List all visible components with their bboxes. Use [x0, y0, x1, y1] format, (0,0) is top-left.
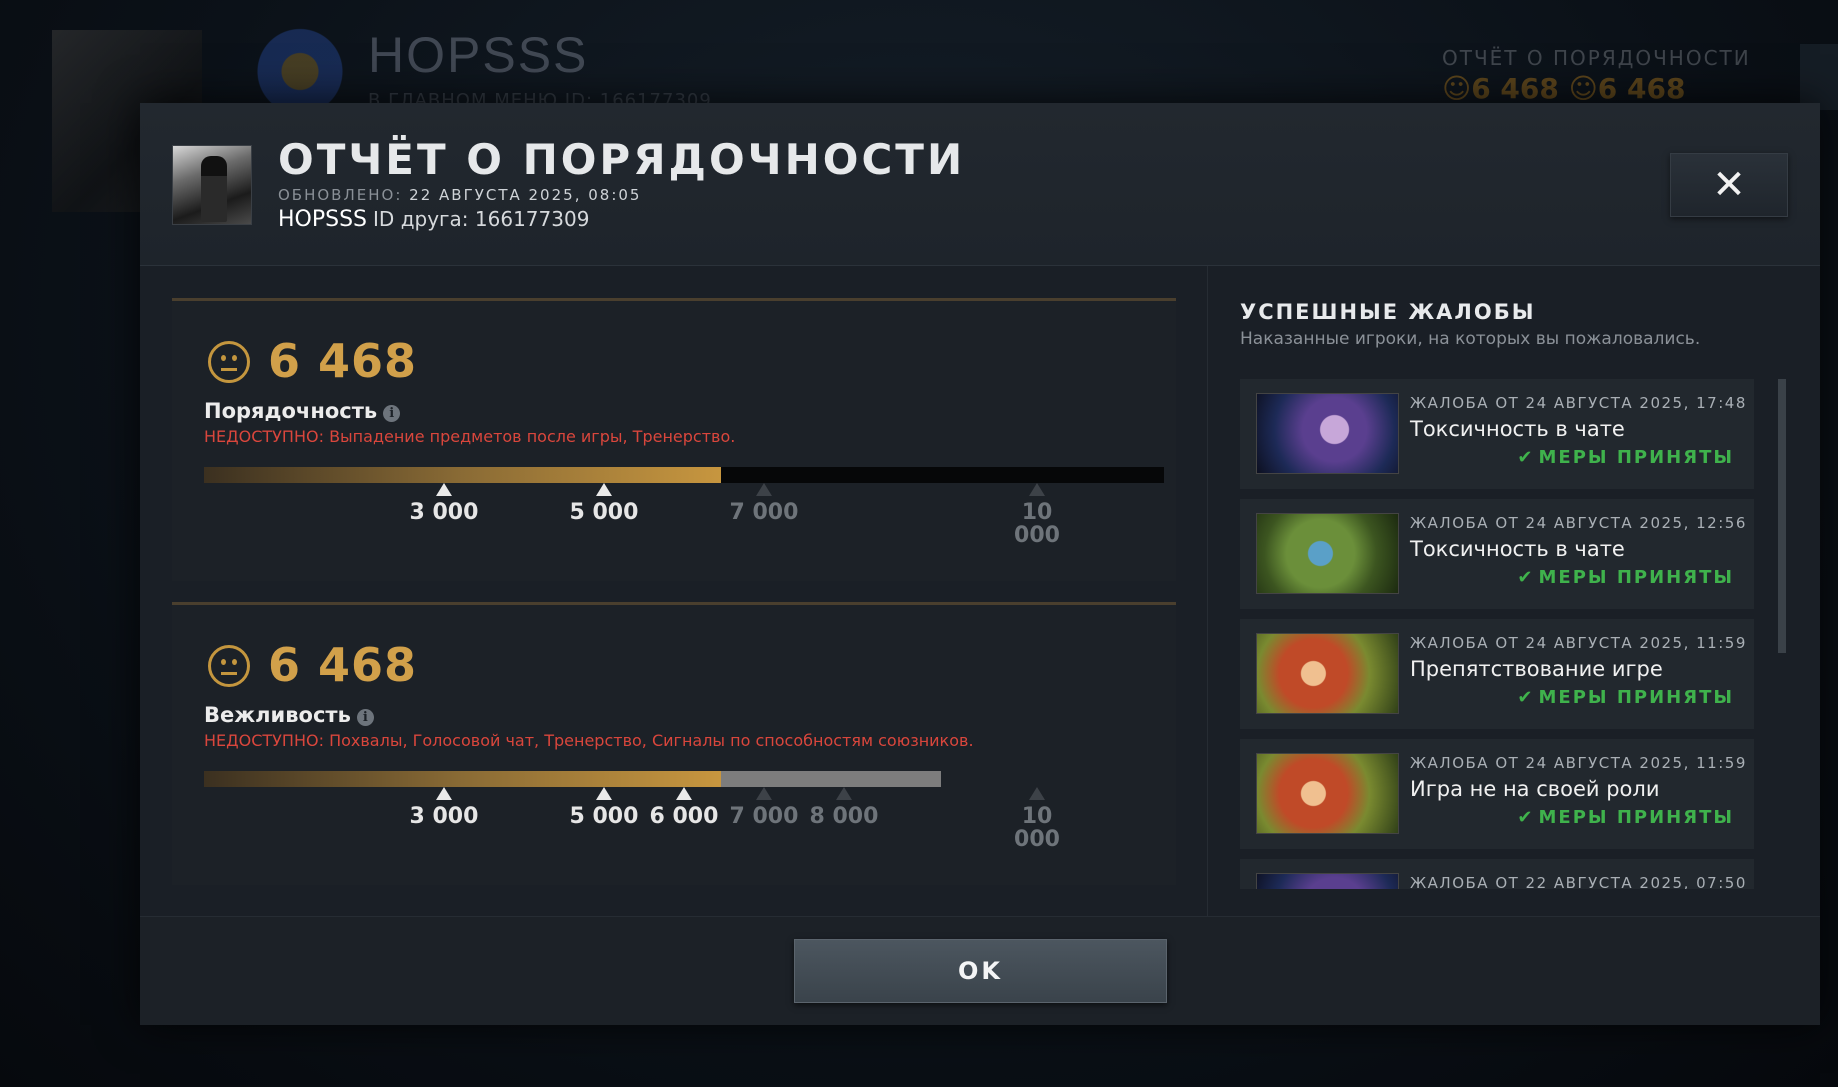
threshold-label: 8 000 — [809, 804, 879, 829]
hero-portrait — [1256, 753, 1399, 834]
report-list-item[interactable]: ЖАЛОБА ОТ 24 АВГУСТА 2025, 17:48 Токсично… — [1240, 379, 1754, 489]
conduct-report-modal: ОТЧЁТ О ПОРЯДОЧНОСТИ ОБНОВЛЕНО: 22 АВГУС… — [140, 103, 1820, 1025]
friend-id: ID друга: 166177309 — [373, 207, 590, 231]
report-date: ЖАЛОБА ОТ 24 АВГУСТА 2025, 11:59 — [1410, 754, 1747, 772]
report-list-item[interactable]: ЖАЛОБА ОТ 22 АВГУСТА 2025, 07:50 — [1240, 859, 1754, 889]
info-icon[interactable]: i — [356, 709, 374, 726]
threshold-marker — [675, 787, 692, 800]
report-status: ✔ МЕРЫ ПРИНЯТЫ — [1517, 567, 1734, 588]
checkmark-icon: ✔ — [1517, 447, 1535, 468]
threshold-label: 10 000 — [1014, 804, 1060, 852]
courtesy-progress-fill — [204, 771, 722, 787]
report-list-item[interactable]: ЖАЛОБА ОТ 24 АВГУСТА 2025, 12:56 Токсично… — [1240, 499, 1754, 609]
courtesy-label-text: Вежливость — [204, 703, 351, 727]
report-reason: Токсичность в чате — [1410, 537, 1625, 561]
info-icon[interactable]: i — [383, 405, 401, 422]
threshold-label: 3 000 — [409, 804, 479, 829]
threshold-label: 5 000 — [569, 500, 639, 525]
close-button[interactable]: ✕ — [1670, 153, 1788, 217]
courtesy-score: 6 468 — [268, 638, 418, 692]
report-date: ЖАЛОБА ОТ 24 АВГУСТА 2025, 11:59 — [1410, 634, 1747, 652]
reports-list[interactable]: ЖАЛОБА ОТ 24 АВГУСТА 2025, 17:48 Токсично… — [1240, 379, 1770, 889]
modal-title: ОТЧЁТ О ПОРЯДОЧНОСТИ — [278, 135, 966, 184]
player-avatar — [172, 145, 252, 225]
column-divider — [1207, 266, 1208, 916]
threshold-marker — [435, 483, 452, 496]
report-status-text: МЕРЫ ПРИНЯТЫ — [1538, 567, 1734, 588]
checkmark-icon: ✔ — [1517, 567, 1535, 588]
background-report-label: ОТЧЁТ О ПОРЯДОЧНОСТИ — [1442, 46, 1751, 70]
modal-header: ОТЧЁТ О ПОРЯДОЧНОСТИ ОБНОВЛЕНО: 22 АВГУС… — [140, 103, 1820, 266]
background-scores: ☺6 468 ☺6 468 — [1442, 72, 1686, 105]
report-reason: Игра не на своей роли — [1410, 777, 1660, 801]
player-name: HOPSSS — [278, 207, 368, 232]
threshold-label: 10 000 — [1014, 500, 1060, 548]
threshold-marker — [1029, 483, 1045, 496]
threshold-marker — [595, 787, 612, 800]
close-icon: ✕ — [1712, 162, 1746, 208]
threshold-marker — [755, 483, 772, 496]
report-date: ЖАЛОБА ОТ 22 АВГУСТА 2025, 07:50 — [1410, 874, 1747, 889]
conduct-label: Порядочность i — [204, 399, 401, 423]
threshold-marker — [835, 787, 852, 800]
checkmark-icon: ✔ — [1517, 807, 1535, 828]
updated-value: 22 АВГУСТА 2025, 08:05 — [409, 186, 642, 204]
report-date: ЖАЛОБА ОТ 24 АВГУСТА 2025, 17:48 — [1410, 394, 1747, 412]
threshold-marker — [755, 787, 772, 800]
hero-portrait — [1256, 873, 1399, 889]
report-list-item[interactable]: ЖАЛОБА ОТ 24 АВГУСТА 2025, 11:59 Препятст… — [1240, 619, 1754, 729]
report-status: ✔ МЕРЫ ПРИНЯТЫ — [1517, 447, 1734, 468]
report-status-text: МЕРЫ ПРИНЯТЫ — [1538, 807, 1734, 828]
hero-portrait — [1256, 513, 1399, 594]
neutral-face-icon — [208, 341, 250, 383]
conduct-progress-fill — [204, 467, 722, 483]
checkmark-icon: ✔ — [1517, 687, 1535, 708]
report-status-text: МЕРЫ ПРИНЯТЫ — [1538, 447, 1734, 468]
player-identity: HOPSSS ID друга: 166177309 — [278, 207, 589, 232]
threshold-marker — [595, 483, 612, 496]
conduct-score: 6 468 — [268, 334, 418, 388]
hero-portrait — [1256, 633, 1399, 714]
courtesy-label: Вежливость i — [204, 703, 374, 727]
conduct-score-panel: 6 468 Порядочность i НЕДОСТУПНО: Выпадени… — [172, 298, 1176, 581]
report-status: ✔ МЕРЫ ПРИНЯТЫ — [1517, 687, 1734, 708]
threshold-label: 7 000 — [729, 500, 799, 525]
conduct-unavailable-text: НЕДОСТУПНО: Выпадение предметов после иг… — [204, 427, 736, 446]
report-reason: Токсичность в чате — [1410, 417, 1625, 441]
reports-title: УСПЕШНЫЕ ЖАЛОБЫ — [1240, 300, 1536, 324]
ok-button-label: OK — [958, 957, 1003, 985]
report-list-item[interactable]: ЖАЛОБА ОТ 24 АВГУСТА 2025, 11:59 Игра не … — [1240, 739, 1754, 849]
report-status: ✔ МЕРЫ ПРИНЯТЫ — [1517, 807, 1734, 828]
report-status-text: МЕРЫ ПРИНЯТЫ — [1538, 687, 1734, 708]
background-profile-header: HOPSSS В ГЛАВНОМ МЕНЮ ID: 166177309 ОТЧЁ… — [0, 0, 1838, 212]
updated-timestamp: ОБНОВЛЕНО: 22 АВГУСТА 2025, 08:05 — [278, 186, 641, 204]
report-reason: Препятствование игре — [1410, 657, 1663, 681]
neutral-face-icon — [208, 645, 250, 687]
courtesy-score-panel: 6 468 Вежливость i НЕДОСТУПНО: Похвалы, Г… — [172, 602, 1176, 885]
hero-portrait — [1256, 393, 1399, 474]
reports-scrollbar[interactable] — [1778, 379, 1786, 653]
courtesy-progress-bar — [204, 771, 941, 787]
background-player-name: HOPSSS — [368, 27, 589, 83]
background-corner-button — [1800, 44, 1838, 110]
threshold-marker — [1029, 787, 1045, 800]
rank-emblem-icon — [240, 22, 360, 112]
courtesy-unavailable-text: НЕДОСТУПНО: Похвалы, Голосовой чат, Трен… — [204, 731, 974, 750]
report-date: ЖАЛОБА ОТ 24 АВГУСТА 2025, 12:56 — [1410, 514, 1747, 532]
conduct-label-text: Порядочность — [204, 399, 378, 423]
ok-button[interactable]: OK — [794, 939, 1167, 1003]
threshold-marker — [435, 787, 452, 800]
threshold-label: 3 000 — [409, 500, 479, 525]
updated-prefix: ОБНОВЛЕНО: — [278, 186, 403, 204]
reports-subtitle: Наказанные игроки, на которых вы пожалов… — [1240, 329, 1701, 349]
conduct-progress-bar — [204, 467, 1164, 483]
